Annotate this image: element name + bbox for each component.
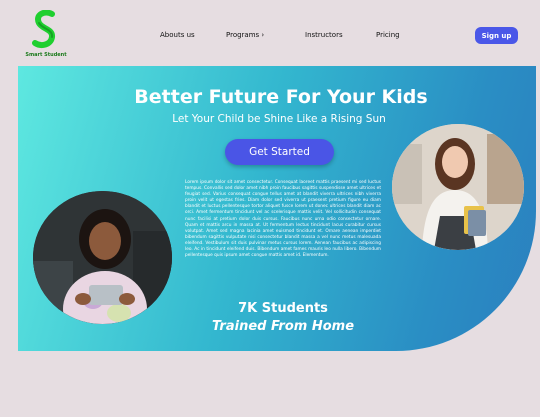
get-started-button[interactable]: Get Started [225,139,334,165]
nav-about-link[interactable]: Abouts us [160,31,195,39]
nav-pricing-link[interactable]: Pricing [376,31,400,39]
brand-name: Smart Student [25,52,67,58]
hero-title: Better Future For Your Kids [134,86,428,108]
student-photo-left [33,191,172,324]
chevron-right-icon: › [261,31,265,39]
signup-button[interactable]: Sign up [475,27,518,44]
girl-with-tablet-image [33,191,172,324]
nav-programs-label: Programs [226,31,260,39]
student-photo-right [392,124,524,250]
hero-description: Lorem ipsum dolor sit amet consectetur. … [185,180,381,259]
smart-student-logo-icon [32,10,55,48]
nav-programs-link[interactable]: Programs › [226,31,264,39]
girl-with-books-image [392,124,524,250]
nav-instructors-link[interactable]: Instructors [305,31,343,39]
brand-logo[interactable]: Smart Student [22,10,70,60]
